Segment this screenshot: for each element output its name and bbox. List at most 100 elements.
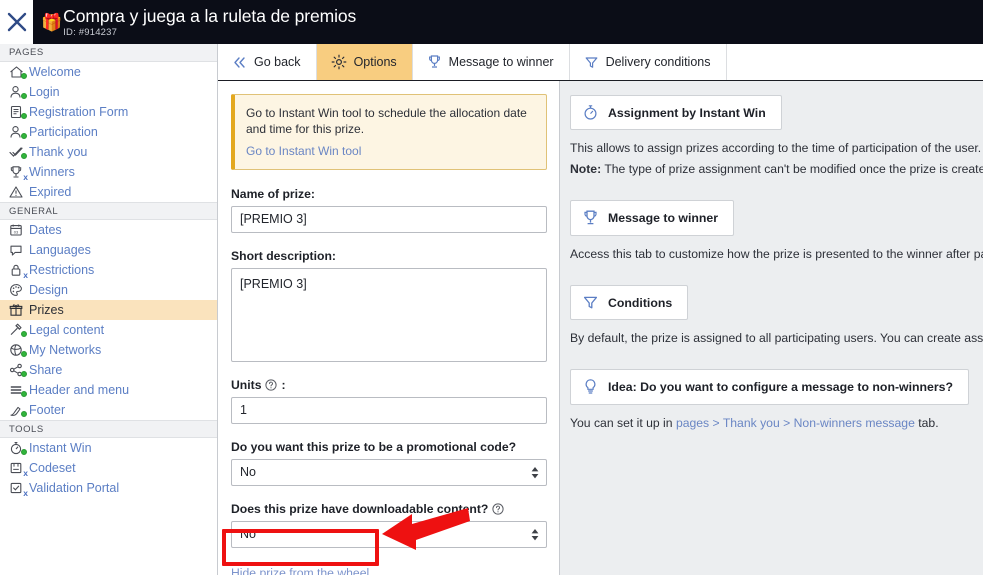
short-description-label: Short description:	[231, 249, 547, 263]
instant-win-notice: Go to Instant Win tool to schedule the a…	[231, 94, 547, 170]
non-winners-message-link[interactable]: pages > Thank you > Non-winners message	[676, 416, 915, 430]
status-badge-disabled: x	[23, 172, 28, 182]
status-dot-enabled	[21, 153, 27, 159]
sidebar-item-label: Winners	[29, 165, 75, 179]
tab-label: Message to winner	[448, 55, 554, 69]
gift-icon	[9, 302, 28, 318]
sidebar-item-label: Design	[29, 283, 68, 297]
sidebar-item-label: Instant Win	[29, 441, 92, 455]
sidebar-item-winners[interactable]: x Winners	[0, 162, 217, 182]
idea-card[interactable]: Idea: Do you want to configure a message…	[570, 369, 970, 405]
promotional-code-select[interactable]: No	[231, 459, 547, 486]
hide-prize-from-wheel-link[interactable]: Hide prize from the wheel	[231, 565, 369, 575]
form-icon	[9, 104, 28, 120]
sidebar-item-label: Share	[29, 363, 63, 377]
status-dot-enabled	[21, 133, 27, 139]
page-title: Compra y juega a la ruleta de premios	[63, 5, 357, 26]
share-icon	[9, 362, 28, 378]
title-group: 🎁 Compra y juega a la ruleta de premios …	[33, 6, 356, 39]
user-check-icon	[9, 124, 28, 140]
sidebar-item-instant-win[interactable]: Instant Win	[0, 438, 217, 458]
lock-icon: x	[9, 262, 28, 279]
tab-message-to-winner[interactable]: Message to winner	[413, 44, 570, 80]
sidebar-item-label: Codeset	[29, 461, 76, 475]
card-label: Message to winner	[608, 211, 719, 225]
tab-options[interactable]: Options	[316, 44, 413, 80]
go-to-instant-win-link[interactable]: Go to Instant Win tool	[246, 144, 361, 159]
sidebar-item-label: Welcome	[29, 65, 81, 79]
help-icon[interactable]	[492, 503, 504, 515]
sidebar-item-welcome[interactable]: Welcome	[0, 62, 217, 82]
help-icon[interactable]	[265, 379, 278, 391]
sidebar-item-header-and-menu[interactable]: Header and menu	[0, 380, 217, 400]
name-of-prize-input[interactable]: [PREMIO 3]	[231, 206, 547, 233]
close-button[interactable]	[0, 0, 33, 44]
name-of-prize-label: Name of prize:	[231, 187, 547, 201]
status-dot-enabled	[21, 391, 27, 397]
card-label: Idea: Do you want to configure a message…	[608, 380, 954, 394]
sidebar-item-languages[interactable]: Languages	[0, 240, 217, 260]
stepper-arrows-icon	[531, 528, 539, 541]
sidebar-item-codeset[interactable]: x Codeset	[0, 458, 217, 478]
units-label: Units :	[231, 378, 547, 392]
sidebar-item-prizes[interactable]: Prizes	[0, 300, 217, 320]
svg-text:03: 03	[14, 229, 19, 234]
sidebar-item-expired[interactable]: Expired	[0, 182, 217, 202]
chevron-double-left-icon	[232, 56, 247, 69]
status-dot-enabled	[21, 351, 27, 357]
sidebar-item-label: Validation Portal	[29, 481, 120, 495]
label-text: Do you want this prize to be a promotion…	[231, 440, 517, 454]
sidebar-item-legal-content[interactable]: Legal content	[0, 320, 217, 340]
funnel-icon	[582, 294, 599, 311]
codeset-icon: x	[9, 460, 28, 478]
status-badge-disabled: x	[23, 468, 28, 478]
sidebar-item-footer[interactable]: Footer	[0, 400, 217, 420]
sidebar-item-dates[interactable]: 03 Dates	[0, 220, 217, 240]
sidebar-section-tools: TOOLS	[0, 420, 217, 438]
sidebar-item-share[interactable]: Share	[0, 360, 217, 380]
downloadable-content-select[interactable]: No	[231, 521, 547, 548]
label-suffix: :	[281, 378, 286, 392]
assignment-by-instant-win-card[interactable]: Assignment by Instant Win	[570, 95, 782, 130]
status-dot-enabled	[21, 449, 27, 455]
home-icon	[9, 64, 28, 80]
sidebar-item-label: Legal content	[29, 323, 105, 337]
main-content: Go back Options Message to winner Delive…	[218, 44, 983, 575]
sidebar-item-registration-form[interactable]: Registration Form	[0, 102, 217, 122]
tab-go-back[interactable]: Go back	[218, 44, 317, 80]
note-prefix: Note:	[570, 162, 602, 176]
status-dot-enabled	[21, 113, 27, 119]
card-label: Conditions	[608, 295, 673, 310]
sidebar-item-restrictions[interactable]: x Restrictions	[0, 260, 217, 280]
sidebar-item-label: Dates	[29, 223, 62, 237]
message-to-winner-card[interactable]: Message to winner	[570, 200, 735, 236]
label-text: Does this prize have downloadable conten…	[231, 502, 489, 516]
warning-icon	[9, 184, 28, 200]
message-description: Access this tab to customize how the pri…	[570, 247, 983, 261]
status-badge-disabled: x	[23, 488, 28, 498]
info-panel: Assignment by Instant Win This allows to…	[560, 81, 983, 575]
speech-bubble-icon	[9, 242, 28, 258]
sidebar-item-design[interactable]: Design	[0, 280, 217, 300]
assignment-description: This allows to assign prizes according t…	[570, 141, 983, 155]
note-text: The type of prize assignment can't be mo…	[604, 162, 983, 176]
sidebar-item-label: Expired	[29, 185, 72, 199]
sidebar-item-participation[interactable]: Participation	[0, 122, 217, 142]
calendar-icon: 03	[9, 222, 28, 238]
stepper-arrows-icon	[531, 466, 539, 479]
status-dot-enabled	[21, 411, 27, 417]
sidebar-item-thank-you[interactable]: Thank you	[0, 142, 217, 162]
prize-options-form: Go to Instant Win tool to schedule the a…	[218, 81, 560, 575]
conditions-card[interactable]: Conditions	[570, 285, 689, 320]
sidebar-item-validation-portal[interactable]: x Validation Portal	[0, 478, 217, 498]
sidebar-item-my-networks[interactable]: My Networks	[0, 340, 217, 360]
status-dot-enabled	[21, 93, 27, 99]
trophy-icon	[582, 209, 599, 227]
downloadable-content-label: Does this prize have downloadable conten…	[231, 502, 547, 516]
idea-suffix: tab.	[914, 416, 939, 430]
check-icon	[9, 144, 28, 160]
short-description-textarea[interactable]: [PREMIO 3]	[231, 268, 547, 362]
tab-delivery-conditions[interactable]: Delivery conditions	[570, 44, 727, 80]
sidebar-item-login[interactable]: Login	[0, 82, 217, 102]
units-input[interactable]: 1	[231, 397, 547, 424]
